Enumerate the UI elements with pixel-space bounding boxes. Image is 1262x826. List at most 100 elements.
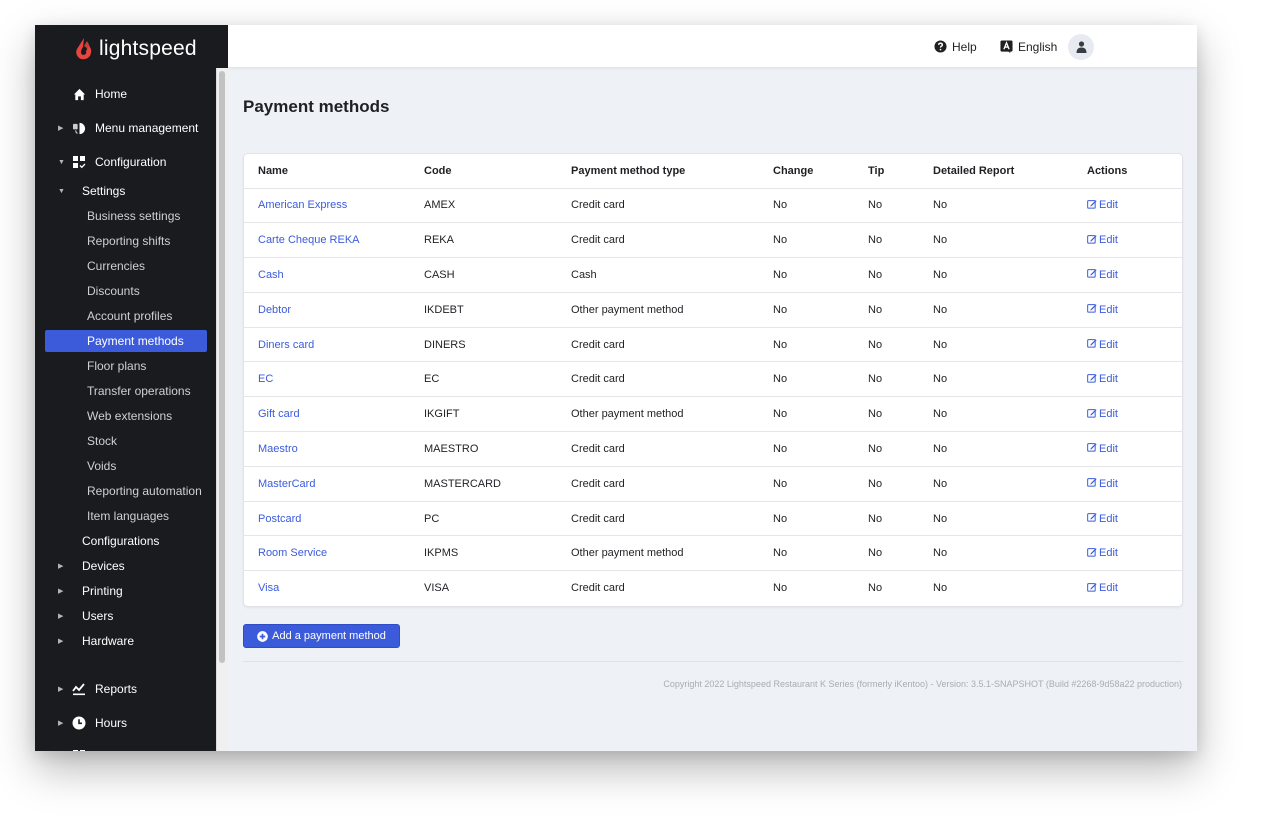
language-icon xyxy=(1000,40,1013,53)
sidebar-item-home[interactable]: Home xyxy=(35,83,216,105)
lightspeed-logo[interactable]: lightspeed xyxy=(73,34,197,64)
sidebar-item-account-profiles[interactable]: Account profiles xyxy=(35,305,216,327)
scrollbar-thumb[interactable] xyxy=(219,71,225,663)
edit-button[interactable]: Edit xyxy=(1087,477,1118,490)
cell-tip: No xyxy=(868,431,933,467)
sidebar-item-settings[interactable]: ▼ Settings xyxy=(35,180,216,202)
caret-right-icon[interactable]: ▶ xyxy=(58,612,66,620)
payment-method-link[interactable]: Visa xyxy=(258,582,279,594)
column-header-detailed-report[interactable]: Detailed Report xyxy=(933,154,1087,188)
language-selector[interactable]: English xyxy=(1000,25,1057,68)
table-row: Gift card IKGIFT Other payment method No No N… xyxy=(244,396,1182,432)
caret-right-icon[interactable]: ▶ xyxy=(58,637,66,645)
sidebar-item-printing[interactable]: ▶ Printing xyxy=(35,580,216,602)
help-button[interactable]: Help xyxy=(934,25,977,68)
sidebar-item-configurations[interactable]: Configurations xyxy=(35,530,216,552)
sidebar-item-currencies[interactable]: Currencies xyxy=(35,255,216,277)
sidebar-item-reporting-shifts[interactable]: Reporting shifts xyxy=(35,230,216,252)
caret-down-icon[interactable]: ▼ xyxy=(58,159,66,166)
column-header-change[interactable]: Change xyxy=(773,154,868,188)
payment-method-link[interactable]: Debtor xyxy=(258,304,291,316)
sidebar-item-label: Reporting automation xyxy=(87,484,202,498)
edit-button[interactable]: Edit xyxy=(1087,268,1118,281)
cell-code: DINERS xyxy=(424,326,571,362)
sidebar-item-integrations[interactable]: ▶Integrations xyxy=(35,745,216,751)
sidebar-item-web-extensions[interactable]: Web extensions xyxy=(35,405,216,427)
sidebar-item-voids[interactable]: Voids xyxy=(35,455,216,477)
add-payment-method-label: Add a payment method xyxy=(272,630,386,642)
payment-method-link[interactable]: Maestro xyxy=(258,443,298,455)
sidebar-item-hardware[interactable]: ▶ Hardware xyxy=(35,630,216,652)
sidebar-item-configuration[interactable]: ▼ Configuration xyxy=(35,151,216,173)
cell-code: REKA xyxy=(424,222,571,258)
payment-method-link[interactable]: EC xyxy=(258,373,273,385)
sidebar-item-stock[interactable]: Stock xyxy=(35,430,216,452)
sidebar-item-menu-management[interactable]: ▶ Menu management xyxy=(35,117,216,139)
sidebar-item-transfer-operations[interactable]: Transfer operations xyxy=(35,380,216,402)
edit-button[interactable]: Edit xyxy=(1087,373,1118,386)
sidebar-item-reporting-automation[interactable]: Reporting automation xyxy=(35,480,216,502)
caret-right-icon[interactable]: ▶ xyxy=(58,562,66,570)
cell-actions: Edit xyxy=(1087,535,1182,571)
edit-button[interactable]: Edit xyxy=(1087,303,1118,316)
payment-method-link[interactable]: American Express xyxy=(258,199,347,211)
payment-method-link[interactable]: Carte Cheque REKA xyxy=(258,234,360,246)
edit-button[interactable]: Edit xyxy=(1087,338,1118,351)
edit-button[interactable]: Edit xyxy=(1087,442,1118,455)
payment-method-link[interactable]: Postcard xyxy=(258,513,301,525)
table-row: Visa VISA Credit card No No No Edit xyxy=(244,570,1182,606)
user-menu-button[interactable] xyxy=(1068,34,1094,60)
table-row: Diners card DINERS Credit card No No No Edit xyxy=(244,326,1182,362)
sidebar-item-business-settings[interactable]: Business settings xyxy=(35,205,216,227)
cell-tip: No xyxy=(868,222,933,258)
cell-code: CASH xyxy=(424,257,571,293)
payment-method-link[interactable]: MasterCard xyxy=(258,478,315,490)
caret-right-icon[interactable]: ▶ xyxy=(58,719,66,727)
caret-right-icon[interactable]: ▶ xyxy=(58,124,66,132)
cell-tip: No xyxy=(868,326,933,362)
footer-copyright: Copyright 2022 Lightspeed Restaurant K S… xyxy=(663,679,1182,689)
column-header-type[interactable]: Payment method type xyxy=(571,154,773,188)
edit-button[interactable]: Edit xyxy=(1087,512,1118,525)
edit-label: Edit xyxy=(1099,477,1118,490)
payment-method-link[interactable]: Cash xyxy=(258,269,284,281)
column-header-code[interactable]: Code xyxy=(424,154,571,188)
sidebar-item-payment-methods[interactable]: Payment methods xyxy=(45,330,207,352)
sidebar-item-label: Reporting shifts xyxy=(87,234,171,248)
edit-button[interactable]: Edit xyxy=(1087,234,1118,247)
sidebar-item-hours[interactable]: ▶ Hours xyxy=(35,712,216,734)
edit-icon xyxy=(1087,338,1097,351)
caret-down-icon[interactable]: ▼ xyxy=(58,188,66,195)
cell-change: No xyxy=(773,465,868,502)
cell-tip: No xyxy=(868,187,933,223)
caret-right-icon[interactable]: ▶ xyxy=(58,685,66,693)
payment-method-link[interactable]: Diners card xyxy=(258,339,314,351)
edit-button[interactable]: Edit xyxy=(1087,199,1118,212)
edit-button[interactable]: Edit xyxy=(1087,582,1118,595)
edit-button[interactable]: Edit xyxy=(1087,408,1118,421)
sidebar-item-item-languages[interactable]: Item languages xyxy=(35,505,216,527)
table-row: American Express AMEX Credit card No No No Edi… xyxy=(244,187,1182,223)
cell-tip: No xyxy=(868,535,933,571)
sidebar-item-reports[interactable]: ▶ Reports xyxy=(35,678,216,700)
cell-type: Cash xyxy=(571,257,773,293)
sidebar-item-users[interactable]: ▶ Users xyxy=(35,605,216,627)
sidebar-item-discounts[interactable]: Discounts xyxy=(35,280,216,302)
sidebar-item-devices[interactable]: ▶ Devices xyxy=(35,555,216,577)
brand-name: lightspeed xyxy=(99,37,197,60)
sidebar-item-floor-plans[interactable]: Floor plans xyxy=(35,355,216,377)
caret-right-icon[interactable]: ▶ xyxy=(58,587,66,595)
payment-method-link[interactable]: Room Service xyxy=(258,547,327,559)
edit-label: Edit xyxy=(1099,408,1118,421)
edit-label: Edit xyxy=(1099,547,1118,560)
add-payment-method-button[interactable]: Add a payment method xyxy=(243,624,400,648)
sidebar-scrollbar[interactable] xyxy=(216,25,228,751)
column-header-tip[interactable]: Tip xyxy=(868,154,933,188)
cell-code: IKDEBT xyxy=(424,291,571,328)
cell-name: Postcard xyxy=(244,500,424,536)
cell-tip: No xyxy=(868,257,933,293)
column-header-name[interactable]: Name xyxy=(244,154,424,188)
edit-button[interactable]: Edit xyxy=(1087,547,1118,560)
cell-tip: No xyxy=(868,500,933,536)
payment-method-link[interactable]: Gift card xyxy=(258,408,300,420)
